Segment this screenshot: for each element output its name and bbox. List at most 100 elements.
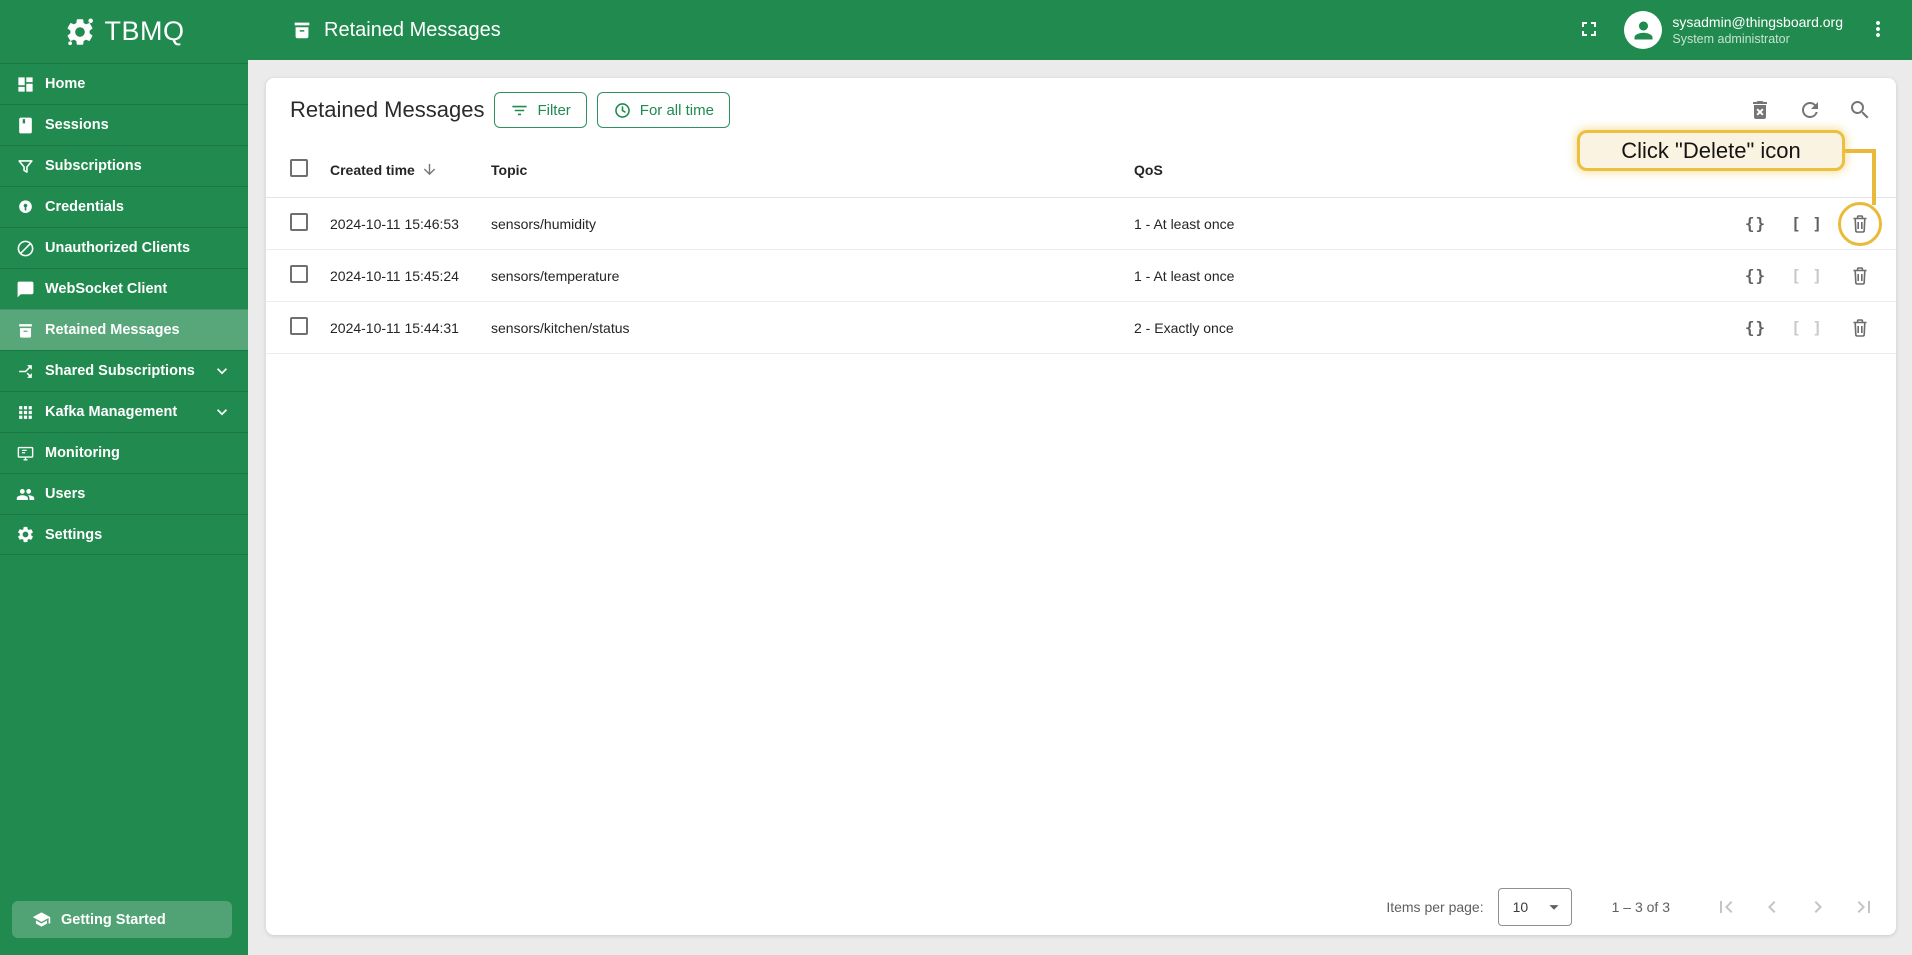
sidebar-item-label: Users [45,486,86,502]
archive-icon [16,321,35,340]
user-menu[interactable]: sysadmin@thingsboard.org System administ… [1624,11,1843,49]
sidebar-item-label: Shared Subscriptions [45,363,195,379]
sidebar-item-label: Retained Messages [45,322,180,338]
created-time-header-label: Created time [330,161,415,178]
last-page-icon [1852,901,1876,922]
previous-page-button[interactable] [1760,895,1784,919]
chevron-down-icon [212,402,232,422]
sidebar-item-monitoring[interactable]: Monitoring [0,432,248,473]
last-page-button[interactable] [1852,895,1876,919]
user-role: System administrator [1672,31,1790,46]
delete-all-icon [1748,101,1772,125]
user-properties-button[interactable]: [ ] [1791,318,1823,337]
filter-icon [510,101,529,120]
show-payload-button[interactable]: {} [1745,214,1766,233]
table-header-row: Created time Topic QoS [266,142,1896,198]
topbar-title: Retained Messages [324,18,501,41]
sidebar-item-subscriptions[interactable]: Subscriptions [0,145,248,186]
column-header-qos: QoS [1134,161,1163,178]
sidebar-item-credentials[interactable]: Credentials [0,186,248,227]
content-area: Retained Messages Filter For all time Cr… [248,60,1912,955]
sidebar-item-sessions[interactable]: Sessions [0,104,248,145]
row-checkbox[interactable] [290,213,308,231]
sidebar-item-label: Unauthorized Clients [45,240,191,256]
created-time-cell: 2024-10-11 15:45:24 [330,267,459,284]
search-button[interactable] [1848,98,1872,122]
grid-icon [16,403,35,422]
show-payload-button[interactable]: {} [1745,318,1766,337]
filter-label: Filter [537,101,571,119]
sidebar-nav: Home Sessions Subscriptions Credentials Unau… [0,63,248,555]
table-row[interactable]: 2024-10-11 15:46:53 sensors/humidity 1 - A… [266,198,1896,250]
sidebar-item-label: Kafka Management [45,404,178,420]
sidebar-item-home[interactable]: Home [0,63,248,104]
show-payload-button[interactable]: {} [1745,266,1766,285]
first-page-icon [1714,901,1738,922]
dropdown-arrow-icon [1543,896,1565,918]
tbmq-logo-icon [64,16,96,48]
sidebar-item-label: Monitoring [45,445,120,461]
delete-button[interactable] [1848,264,1872,288]
retained-messages-card: Retained Messages Filter For all time Cr… [266,78,1896,935]
chevron-right-icon [1806,901,1830,922]
search-icon [1848,101,1872,125]
table-row[interactable]: 2024-10-11 15:45:24 sensors/temperature 1 … [266,250,1896,302]
topbar-title-group: Retained Messages [291,19,501,42]
sidebar-item-shared-subscriptions[interactable]: Shared Subscriptions [0,350,248,391]
items-per-page-label: Items per page: [1386,899,1484,915]
created-time-cell: 2024-10-11 15:46:53 [330,215,459,232]
next-page-button[interactable] [1806,895,1830,919]
sidebar-item-retained-messages[interactable]: Retained Messages [0,309,248,350]
sidebar-item-users[interactable]: Users [0,473,248,514]
user-properties-button[interactable]: [ ] [1791,266,1823,285]
page-size-select[interactable]: 10 [1497,888,1572,926]
fullscreen-button[interactable] [1576,17,1602,43]
column-header-created-time[interactable]: Created time [330,161,491,178]
topbar: Retained Messages sysadmin@thingsboard.o… [248,0,1912,60]
getting-started-button[interactable]: Getting Started [12,901,232,938]
sidebar-item-unauthorized-clients[interactable]: Unauthorized Clients [0,227,248,268]
split-icon [16,362,35,381]
column-header-topic: Topic [491,161,528,178]
user-properties-button[interactable]: [ ] [1791,214,1823,233]
first-page-button[interactable] [1714,895,1738,919]
sidebar-item-settings[interactable]: Settings [0,514,248,555]
row-checkbox[interactable] [290,265,308,283]
sidebar-item-websocket-client[interactable]: WebSocket Client [0,268,248,309]
block-icon [16,239,35,258]
sidebar-item-label: WebSocket Client [45,281,168,297]
delete-button[interactable] [1838,201,1882,246]
topic-cell: sensors/humidity [491,215,597,232]
created-time-cell: 2024-10-11 15:44:31 [330,319,459,336]
page-range-label: 1 – 3 of 3 [1611,899,1670,915]
refresh-icon [1798,102,1822,125]
avatar [1624,11,1663,49]
funnel-icon [16,157,35,176]
people-icon [16,485,35,504]
sidebar-item-label: Subscriptions [45,158,142,174]
select-all-checkbox[interactable] [290,159,308,177]
filter-button[interactable]: Filter [494,92,587,128]
row-checkbox[interactable] [290,317,308,335]
delete-button[interactable] [1848,316,1872,340]
paginator: Items per page: 10 1 – 3 of 3 [266,879,1896,935]
qos-cell: 2 - Exactly once [1134,319,1234,336]
user-email: sysadmin@thingsboard.org [1672,13,1843,30]
chevron-left-icon [1760,901,1784,922]
table-row[interactable]: 2024-10-11 15:44:31 sensors/kitchen/statu… [266,302,1896,354]
delete-icon [1848,318,1872,343]
refresh-button[interactable] [1798,98,1822,122]
more-vert-icon [1866,21,1890,44]
topic-cell: sensors/kitchen/status [491,319,630,336]
qos-cell: 1 - At least once [1134,267,1235,284]
sidebar-item-label: Settings [45,526,103,543]
sidebar-item-kafka-management[interactable]: Kafka Management [0,391,248,432]
credentials-icon [16,198,35,217]
time-range-button[interactable]: For all time [596,92,730,128]
page-size-value: 10 [1512,899,1529,915]
tbmq-logo[interactable]: TBMQ [0,0,248,63]
more-menu-button[interactable] [1865,17,1891,43]
delete-all-button[interactable] [1748,98,1772,122]
graduation-cap-icon [32,910,51,929]
dashboard-icon [16,75,35,94]
